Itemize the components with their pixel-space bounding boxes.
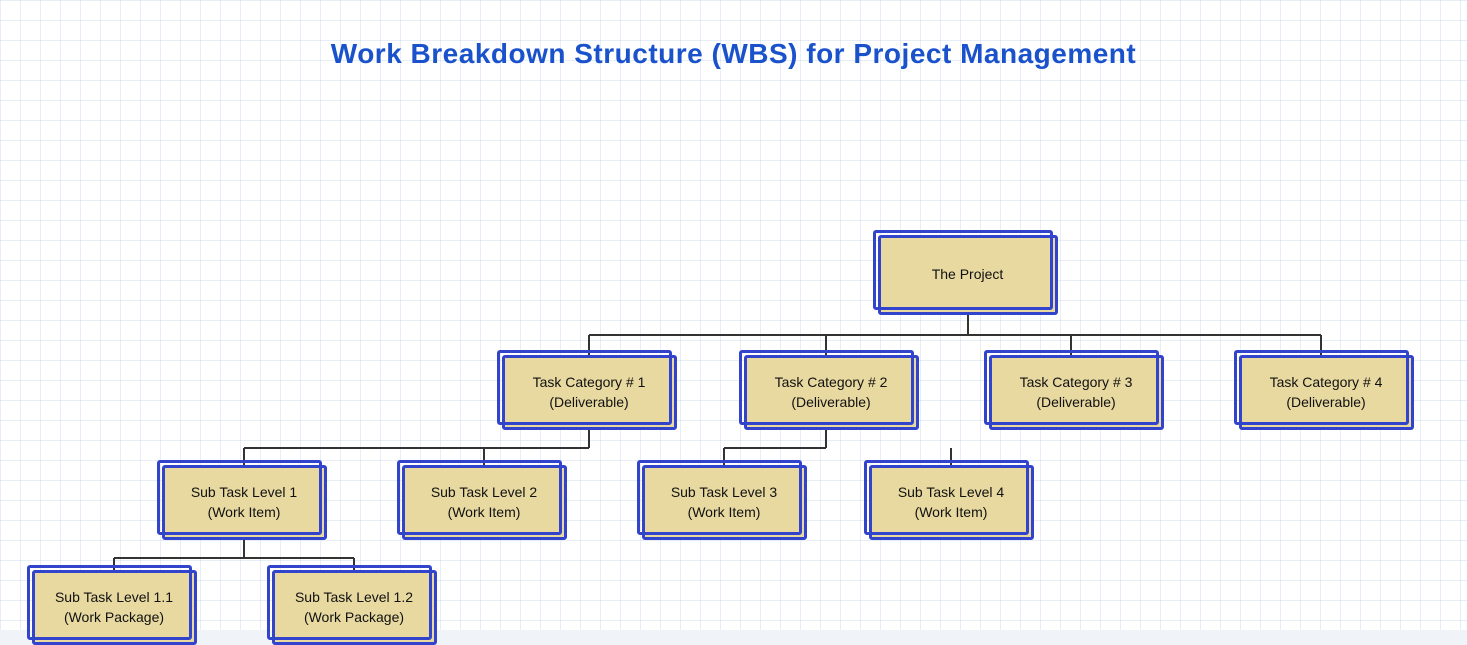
node-sub4: Sub Task Level 4(Work Item) [869, 465, 1034, 540]
node-cat4: Task Category # 4(Deliverable) [1239, 355, 1414, 430]
node-cat3: Task Category # 3(Deliverable) [989, 355, 1164, 430]
node-sub2: Sub Task Level 2(Work Item) [402, 465, 567, 540]
page: Work Breakdown Structure (WBS) for Proje… [0, 0, 1467, 630]
node-cat1: Task Category # 1(Deliverable) [502, 355, 677, 430]
node-pkg11: Sub Task Level 1.1(Work Package) [32, 570, 197, 645]
page-title: Work Breakdown Structure (WBS) for Proje… [0, 20, 1467, 80]
node-root: The Project [878, 235, 1058, 315]
wbs-container: The Project Task Category # 1(Deliverabl… [14, 80, 1454, 610]
node-sub1: Sub Task Level 1(Work Item) [162, 465, 327, 540]
node-sub3: Sub Task Level 3(Work Item) [642, 465, 807, 540]
node-cat2: Task Category # 2(Deliverable) [744, 355, 919, 430]
node-pkg12: Sub Task Level 1.2(Work Package) [272, 570, 437, 645]
